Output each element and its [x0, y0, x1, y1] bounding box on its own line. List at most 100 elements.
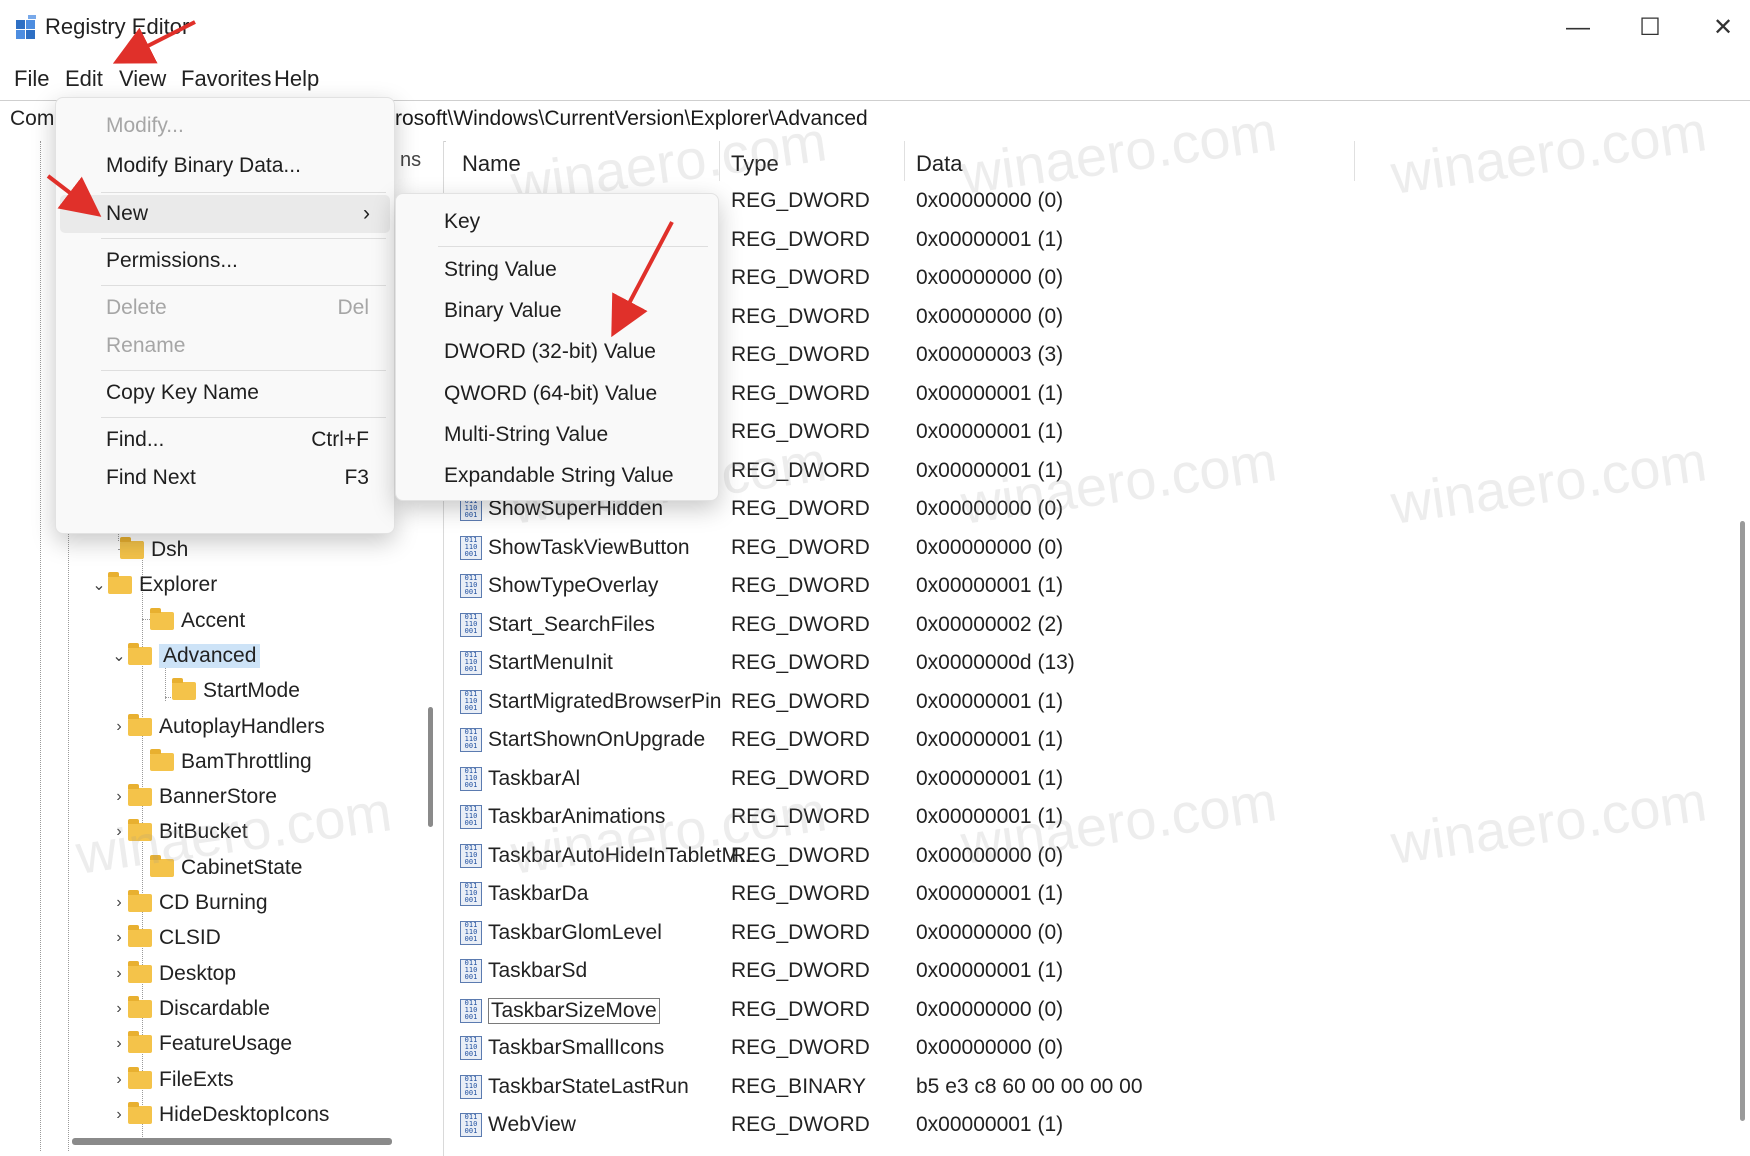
chevron-right-icon[interactable]: › — [110, 788, 128, 806]
value-name: TaskbarDa — [488, 882, 589, 905]
chevron-down-icon[interactable]: ⌄ — [90, 575, 108, 595]
value-type: REG_DWORD — [731, 1036, 870, 1059]
tree-item[interactable]: › CLSID — [110, 921, 221, 955]
maximize-button[interactable]: ☐ — [1627, 10, 1673, 46]
column-header-data[interactable]: Data — [916, 151, 962, 177]
value-type: REG_DWORD — [731, 997, 870, 1021]
chevron-right-icon[interactable]: › — [110, 1000, 128, 1018]
table-row[interactable]: 011 110 001 WebView REG_DWORD 0x00000001 (1) — [446, 1107, 1736, 1145]
table-row[interactable]: 011 110 001 TaskbarSd REG_DWORD 0x00000001 (1… — [446, 953, 1736, 991]
submenu-item-string-value[interactable]: String Value — [396, 251, 718, 289]
tree-item-label: Discardable — [159, 996, 270, 1020]
chevron-right-icon[interactable]: › — [110, 1035, 128, 1053]
value-type: REG_DWORD — [731, 959, 870, 982]
table-row[interactable]: 011 110 001 Start_SearchFiles REG_DWORD 0x000… — [446, 607, 1736, 645]
menu-file[interactable]: File — [8, 64, 55, 94]
table-row[interactable]: 011 110 001 StartShownOnUpgrade REG_DWORD 0x0… — [446, 722, 1736, 760]
reg-dword-icon: 011 110 001 — [460, 612, 482, 637]
menu-item-delete[interactable]: Delete Del — [56, 289, 394, 327]
value-name-cell: 011 110 001 TaskbarStateLastRun — [460, 1074, 689, 1099]
table-row[interactable]: 011 110 001 TaskbarSizeMove REG_DWORD 0x00000… — [446, 992, 1736, 1030]
chevron-right-icon[interactable]: › — [110, 929, 128, 947]
submenu-item-multi-string-value[interactable]: Multi-String Value — [396, 416, 718, 454]
menu-item-modify-binary[interactable]: Modify Binary Data... — [56, 147, 394, 185]
column-header-name[interactable]: Name — [462, 151, 521, 177]
chevron-right-icon[interactable]: › — [110, 894, 128, 912]
folder-icon — [128, 995, 152, 1018]
tree-horizontal-scrollbar[interactable] — [72, 1138, 392, 1145]
value-type: REG_DWORD — [731, 458, 870, 482]
table-row[interactable]: 011 110 001 TaskbarGlomLevel REG_DWORD 0x0000… — [446, 915, 1736, 953]
tree-item[interactable]: › HideDesktopIcons — [110, 1098, 329, 1132]
list-vertical-scrollbar[interactable] — [1740, 521, 1745, 1121]
tree-item[interactable]: › AutoplayHandlers — [110, 710, 325, 744]
minimize-button[interactable]: — — [1555, 10, 1601, 46]
table-row[interactable]: 011 110 001 ShowTypeOverlay REG_DWORD 0x00000… — [446, 568, 1736, 606]
chevron-right-icon[interactable]: › — [110, 1106, 128, 1124]
chevron-right-icon[interactable]: › — [110, 1071, 128, 1089]
menu-item-find[interactable]: Find... Ctrl+F — [56, 421, 394, 459]
value-data: 0x0000000d (13) — [916, 651, 1075, 674]
menu-item-rename[interactable]: Rename — [56, 327, 394, 365]
table-row[interactable]: 011 110 001 ShowTaskViewButton REG_DWORD 0x00… — [446, 530, 1736, 568]
table-row[interactable]: 011 110 001 StartMigratedBrowserPin REG_DWOR… — [446, 684, 1736, 722]
value-name: TaskbarStateLastRun — [488, 1074, 689, 1098]
value-name-cell: 011 110 001 TaskbarDa — [460, 882, 588, 906]
table-row[interactable]: 011 110 001 TaskbarAl REG_DWORD 0x00000001 (1… — [446, 761, 1736, 799]
folder-icon — [128, 1101, 152, 1124]
value-type: REG_DWORD — [731, 497, 870, 520]
value-name: TaskbarAutoHideInTabletM... — [488, 843, 757, 867]
tree-item[interactable]: › FileExts — [110, 1063, 234, 1097]
table-row[interactable]: 011 110 001 TaskbarDa REG_DWORD 0x00000001 (1… — [446, 876, 1736, 914]
menu-edit[interactable]: Edit — [59, 64, 109, 94]
tree-item[interactable]: › Discardable — [110, 992, 270, 1026]
table-row[interactable]: 011 110 001 TaskbarStateLastRun REG_BINARY b5… — [446, 1069, 1736, 1107]
value-type: REG_DWORD — [731, 574, 870, 597]
value-data: 0x00000001 (1) — [916, 689, 1064, 713]
folder-icon — [128, 642, 152, 665]
chevron-right-icon[interactable]: › — [110, 823, 128, 841]
menu-item-permissions[interactable]: Permissions... — [56, 242, 394, 280]
tree-item[interactable]: › CD Burning — [110, 886, 268, 920]
menu-item-new[interactable]: New › — [60, 195, 390, 233]
chevron-down-icon[interactable]: ⌄ — [110, 646, 128, 666]
chevron-right-icon[interactable]: › — [110, 718, 128, 736]
menu-item-copy-key-name[interactable]: Copy Key Name — [56, 374, 394, 412]
menu-favorites[interactable]: Favorites — [175, 64, 277, 94]
tree-item[interactable]: Accent — [132, 604, 245, 638]
tree-item[interactable]: ⌄ Explorer — [90, 568, 217, 602]
table-row[interactable]: 011 110 001 TaskbarAnimations REG_DWORD 0x000… — [446, 799, 1736, 837]
chevron-right-icon[interactable]: › — [110, 965, 128, 983]
menu-help[interactable]: Help — [268, 64, 325, 94]
close-button[interactable]: ✕ — [1700, 10, 1746, 46]
submenu-item-qword-value[interactable]: QWORD (64-bit) Value — [396, 375, 718, 413]
menu-view[interactable]: View — [113, 64, 172, 94]
submenu-item-key[interactable]: Key — [396, 203, 718, 241]
tree-vertical-scrollbar[interactable] — [428, 707, 433, 827]
reg-dword-icon: 011 110 001 — [460, 766, 482, 791]
tree-item[interactable]: CabinetState — [132, 851, 302, 885]
menu-item-modify[interactable]: Modify... — [56, 107, 394, 145]
menu-item-find-next[interactable]: Find Next F3 — [56, 459, 394, 497]
tree-item[interactable]: › FeatureUsage — [110, 1027, 292, 1061]
tree-item[interactable]: › Desktop — [110, 957, 236, 991]
value-name-cell: 011 110 001 TaskbarSmallIcons — [460, 1036, 664, 1060]
submenu-item-dword-value[interactable]: DWORD (32-bit) Value — [396, 333, 718, 371]
submenu-item-binary-value[interactable]: Binary Value — [396, 292, 718, 330]
table-row[interactable]: 011 110 001 TaskbarSmallIcons REG_DWORD 0x000… — [446, 1030, 1736, 1068]
tree-item[interactable]: › BitBucket — [110, 815, 248, 849]
column-header-type[interactable]: Type — [731, 151, 779, 177]
submenu-item-expandable-string-value[interactable]: Expandable String Value — [396, 457, 718, 495]
value-name-cell: 011 110 001 TaskbarAutoHideInTabletM... — [460, 843, 757, 868]
value-data: 0x00000000 (0) — [916, 920, 1064, 944]
tree-item[interactable]: BamThrottling — [132, 745, 312, 779]
value-name-cell: 011 110 001 ShowTypeOverlay — [460, 574, 658, 598]
tree-item[interactable]: StartMode — [154, 674, 300, 708]
tree-item[interactable]: › BannerStore — [110, 780, 277, 814]
tree-item[interactable]: Dsh — [102, 533, 188, 567]
table-row[interactable]: 011 110 001 StartMenuInit REG_DWORD 0x0000000… — [446, 645, 1736, 683]
tree-item[interactable]: ⌄ Advanced — [110, 639, 261, 673]
value-type: REG_DWORD — [731, 266, 870, 289]
table-row[interactable]: 011 110 001 TaskbarAutoHideInTabletM... REG_… — [446, 838, 1736, 876]
reg-dword-icon: 011 110 001 — [460, 920, 482, 945]
